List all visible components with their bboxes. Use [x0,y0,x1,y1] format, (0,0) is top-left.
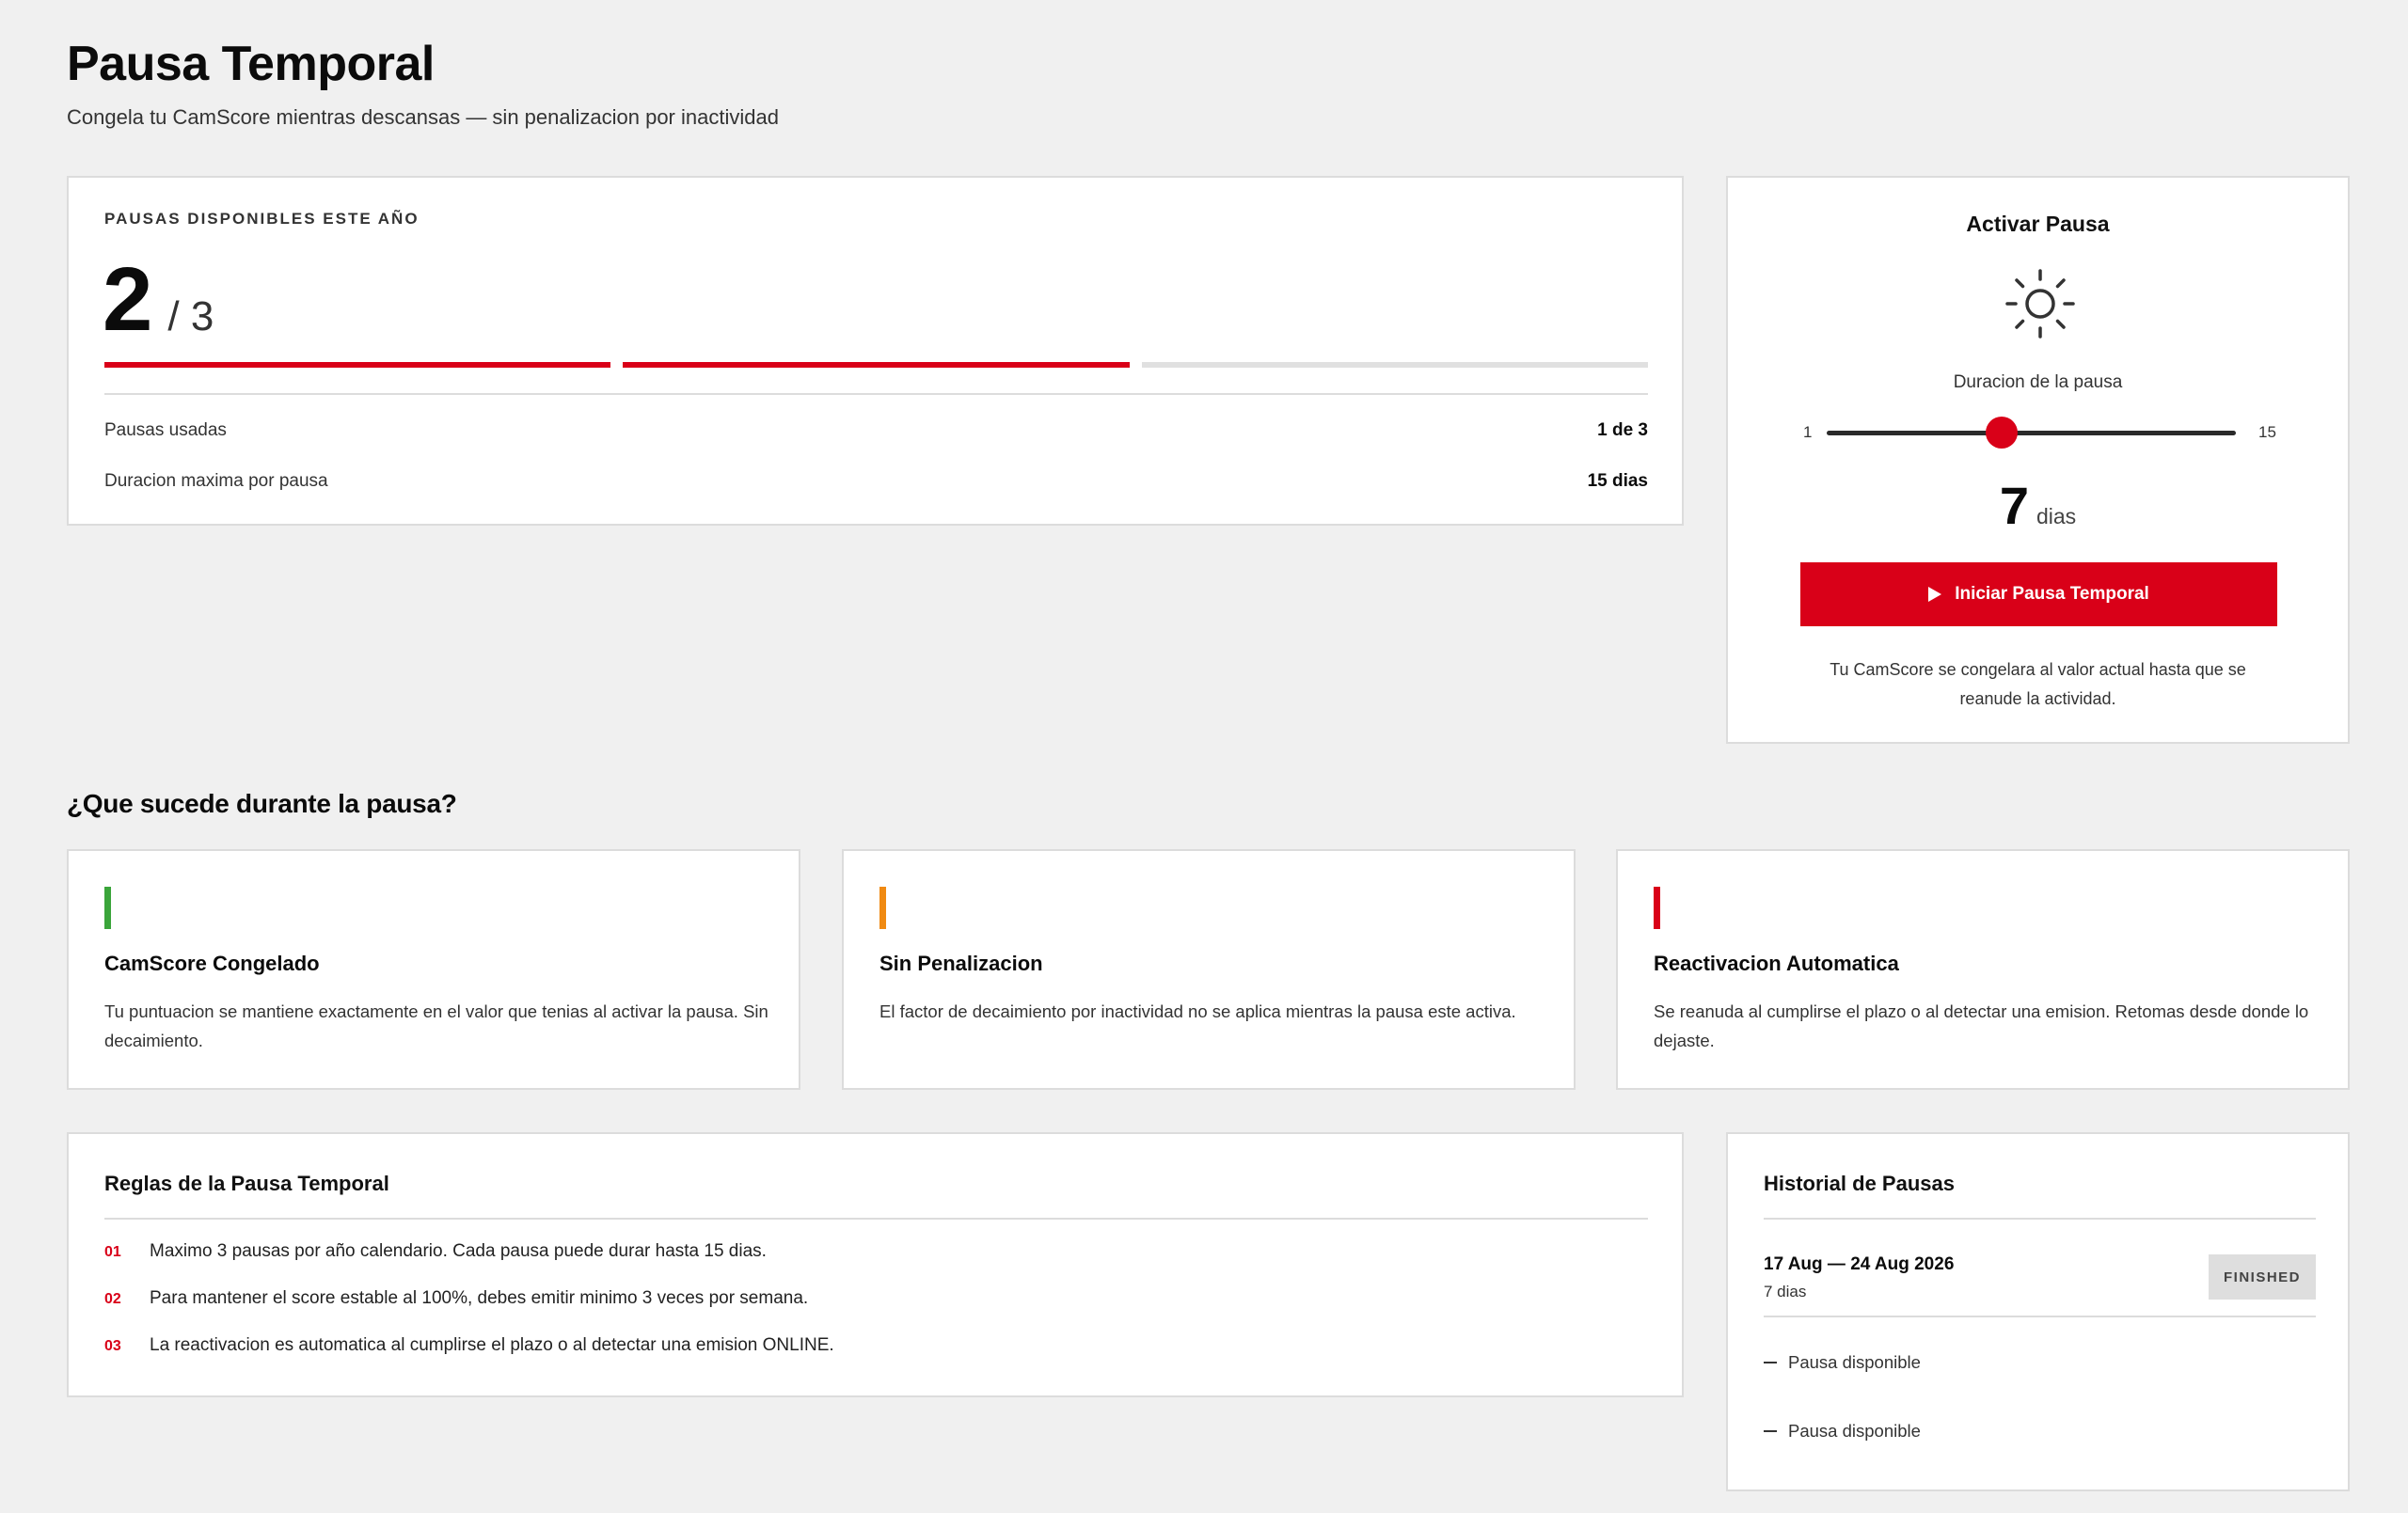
feature-description: Tu puntuacion se mantiene exactamente en… [104,1001,768,1050]
availability-bar [1141,362,1648,368]
duration-value-number: 7 [1999,476,2029,535]
stat-value: 15 dias [1587,471,1648,491]
feature-title: CamScore Congelado [104,952,320,975]
history-slot: Pausa disponible [1764,1421,1921,1442]
rule-item: 02 Para mantener el score estable al 100… [104,1288,808,1309]
play-icon [1928,587,1942,602]
availability-label: PAUSAS DISPONIBLES ESTE AÑO [104,210,420,228]
stat-row-used: Pausas usadas 1 de 3 [104,420,1648,441]
divider [104,1218,1648,1220]
feature-card-frozen: CamScore Congelado Tu puntuacion se mant… [67,849,800,1090]
feature-card-auto-reactivation: Reactivacion Automatica Se reanuda al cu… [1616,849,2350,1090]
page-title: Pausa Temporal [67,37,435,91]
feature-title: Sin Penalizacion [879,952,1043,975]
availability-count: 2 / 3 [103,255,214,345]
slider-min-label: 1 [1803,423,1813,441]
feature-accent [879,887,886,929]
rule-text: La reactivacion es automatica al cumplir… [150,1335,834,1355]
rule-item: 03 La reactivacion es automatica al cump… [104,1335,834,1356]
divider [1764,1218,2316,1220]
history-entry-days: 7 dias [1764,1283,1807,1300]
rule-item: 01 Maximo 3 pausas por año calendario. C… [104,1241,767,1262]
history-entry-range: 17 Aug — 24 Aug 2026 [1764,1254,1955,1274]
availability-card: PAUSAS DISPONIBLES ESTE AÑO 2 / 3 Pausas… [67,176,1684,526]
stat-label: Pausas usadas [104,420,227,440]
divider [1764,1316,2316,1317]
rule-text: Maximo 3 pausas por año calendario. Cada… [150,1241,767,1261]
feature-description: Se reanuda al cumplirse el plazo o al de… [1654,1001,2309,1050]
start-pause-button[interactable]: Iniciar Pausa Temporal [1800,562,2277,626]
rule-number: 02 [104,1291,121,1307]
dash-icon [1764,1430,1777,1432]
page: Pausa Temporal Congela tu CamScore mient… [0,0,2408,1513]
duration-value-unit: dias [2036,504,2077,528]
availability-bar [104,362,611,368]
rules-card: Reglas de la Pausa Temporal 01 Maximo 3 … [67,1132,1684,1397]
divider [104,393,1648,395]
rule-number: 03 [104,1338,121,1354]
activate-pause-card: Activar Pausa Duracion de la pausa 1 15 … [1726,176,2350,744]
slider-max-label: 15 [2258,423,2276,441]
availability-bar [623,362,1130,368]
activate-title: Activar Pausa [1966,212,2110,236]
history-slot-label: Pausa disponible [1788,1421,1921,1441]
rules-title: Reglas de la Pausa Temporal [104,1172,389,1195]
feature-accent [104,887,111,929]
history-card: Historial de Pausas 17 Aug — 24 Aug 2026… [1726,1132,2350,1491]
history-slot-label: Pausa disponible [1788,1352,1921,1372]
page-subtitle: Congela tu CamScore mientras descansas —… [67,105,779,129]
duration-label: Duracion de la pausa [1953,372,2123,392]
stat-value: 1 de 3 [1597,420,1648,440]
feature-accent [1654,887,1660,929]
dash-icon [1764,1362,1777,1363]
rule-text: Para mantener el score estable al 100%, … [150,1288,809,1308]
history-slot: Pausa disponible [1764,1352,1921,1373]
duration-value: 7 dias [1728,475,2348,536]
available-count: 2 [103,249,153,350]
duration-slider-thumb[interactable] [1986,417,2019,449]
feature-title: Reactivacion Automatica [1654,952,1899,975]
activate-note: Tu CamScore se congelara al valor actual… [1830,660,2246,708]
status-badge: FINISHED [2209,1254,2316,1300]
total-count: / 3 [167,293,214,339]
start-pause-label: Iniciar Pausa Temporal [1955,584,2149,604]
stat-label: Duracion maxima por pausa [104,471,328,491]
feature-card-no-penalty: Sin Penalizacion El factor de decaimient… [842,849,1576,1090]
duration-slider-track[interactable] [1827,431,2236,435]
availability-bars [104,362,1648,368]
feature-description: El factor de decaimiento por inactividad… [879,1001,1516,1021]
section-title: ¿Que sucede durante la pausa? [67,789,457,818]
stat-row-max-duration: Duracion maxima por pausa 15 dias [104,471,1648,492]
history-title: Historial de Pausas [1764,1172,1955,1195]
sun-icon [2005,269,2075,339]
rule-number: 01 [104,1244,121,1260]
